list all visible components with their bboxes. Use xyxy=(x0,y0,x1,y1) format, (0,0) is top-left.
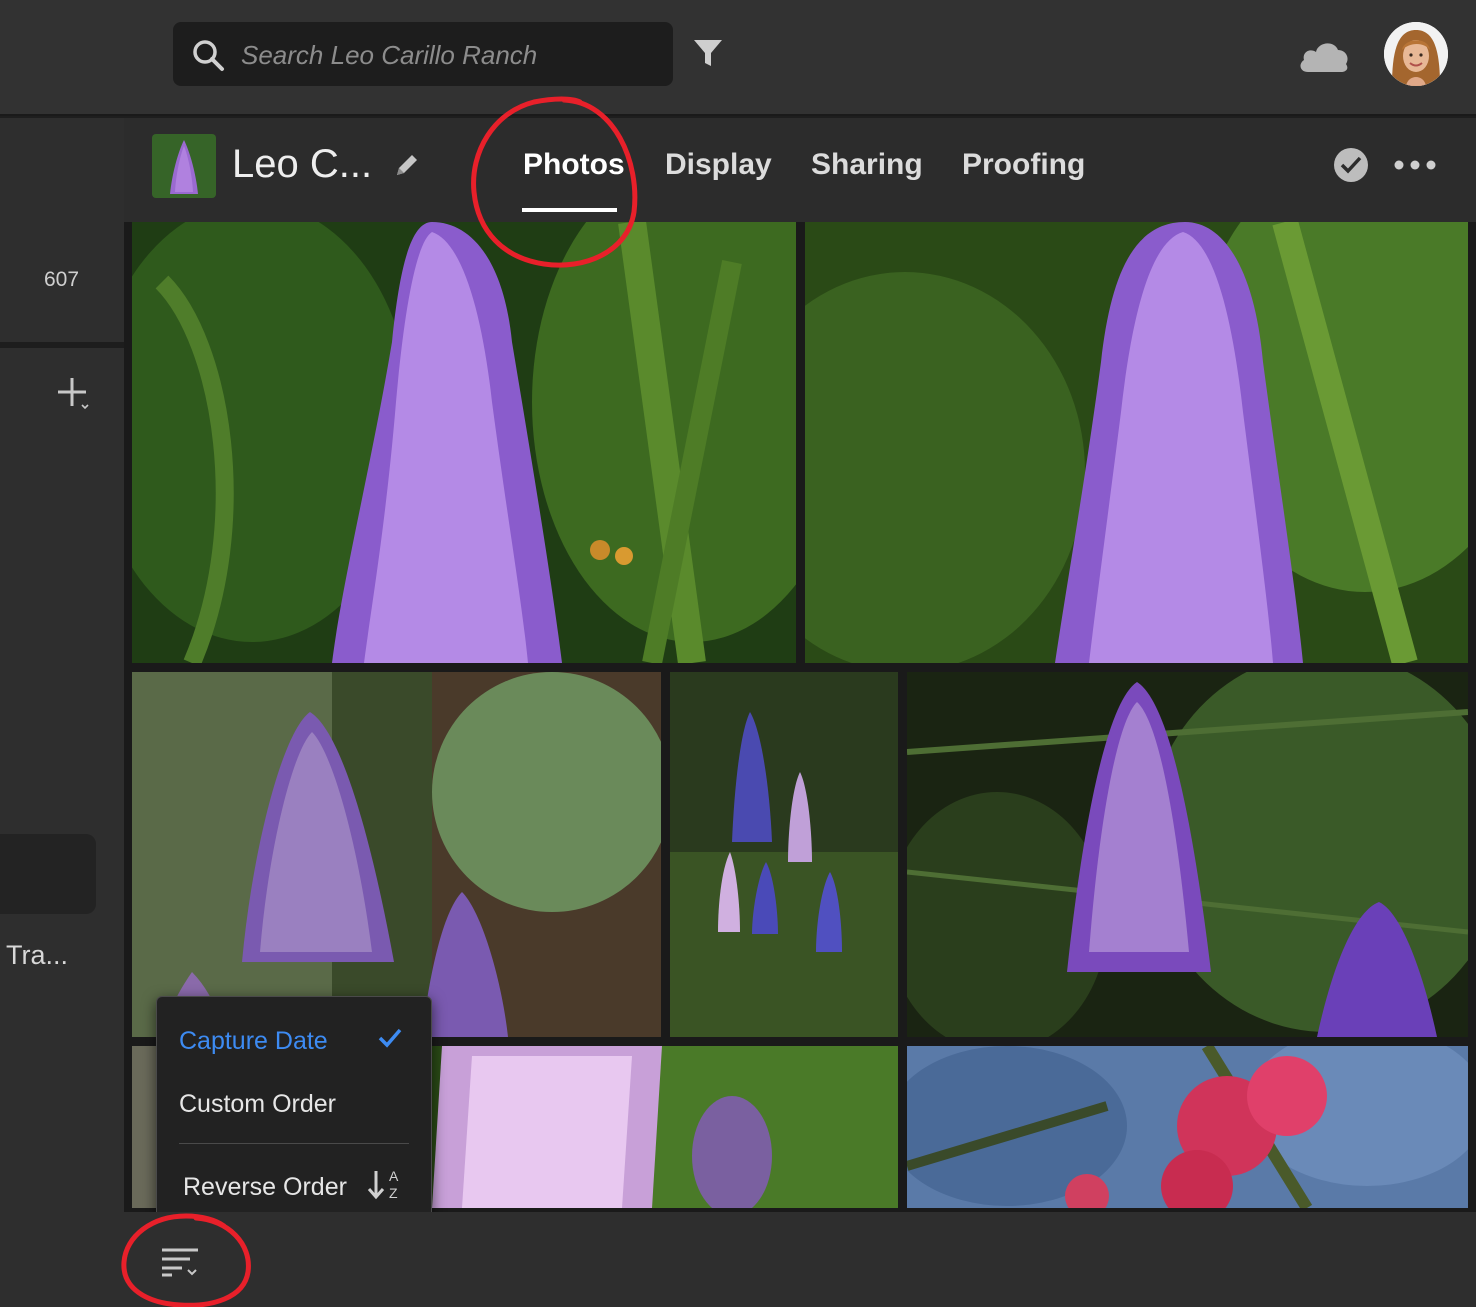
album-thumbnail xyxy=(152,134,216,198)
sort-icon[interactable] xyxy=(160,1244,204,1278)
sort-az-letter-z: Z xyxy=(389,1185,398,1201)
photo-thumbnail[interactable] xyxy=(907,672,1468,1037)
pencil-icon[interactable] xyxy=(392,150,422,180)
more-icon[interactable] xyxy=(1392,152,1438,178)
sort-az-icon: A Z xyxy=(367,1168,399,1201)
search-input[interactable] xyxy=(239,34,663,76)
menu-item-reverse-order[interactable]: Reverse Order xyxy=(183,1173,347,1202)
sort-menu: Capture Date Custom Order Reverse Order … xyxy=(156,996,432,1226)
album-title: Leo C... xyxy=(232,142,373,186)
tab-proofing[interactable]: Proofing xyxy=(962,148,1085,182)
tab-photos[interactable]: Photos xyxy=(523,148,625,182)
checkmark-icon xyxy=(378,1028,402,1048)
rail-selected-item[interactable] xyxy=(0,834,96,914)
photo-thumbnail[interactable] xyxy=(132,222,796,663)
left-rail: 607 Tra... xyxy=(0,118,124,1307)
album-header: Leo C... Photos Display Sharing Proofing xyxy=(124,118,1476,222)
bottom-bar xyxy=(124,1212,1476,1307)
search-box[interactable] xyxy=(173,22,673,86)
tab-display[interactable]: Display xyxy=(665,148,772,182)
rail-item-label[interactable]: Tra... xyxy=(6,940,68,971)
avatar[interactable] xyxy=(1384,22,1448,86)
top-bar xyxy=(0,0,1476,116)
photo-thumbnail[interactable] xyxy=(907,1046,1468,1208)
photo-thumbnail[interactable] xyxy=(670,672,898,1037)
filter-icon[interactable] xyxy=(690,36,726,72)
sort-az-letter-a: A xyxy=(389,1168,399,1184)
rail-divider xyxy=(0,342,124,348)
photo-count: 607 xyxy=(44,268,80,291)
photo-thumbnail[interactable] xyxy=(132,672,661,1037)
photo-thumbnail[interactable] xyxy=(805,222,1468,663)
search-icon xyxy=(193,40,224,71)
active-tab-indicator xyxy=(522,208,617,212)
checkmark-circle-icon[interactable] xyxy=(1332,146,1370,184)
menu-item-custom-order[interactable]: Custom Order xyxy=(179,1090,336,1119)
menu-item-capture-date[interactable]: Capture Date xyxy=(179,1027,328,1056)
menu-divider xyxy=(179,1143,409,1144)
plus-icon[interactable] xyxy=(52,372,94,414)
cloud-icon[interactable] xyxy=(1296,36,1352,76)
tab-sharing[interactable]: Sharing xyxy=(811,148,923,182)
